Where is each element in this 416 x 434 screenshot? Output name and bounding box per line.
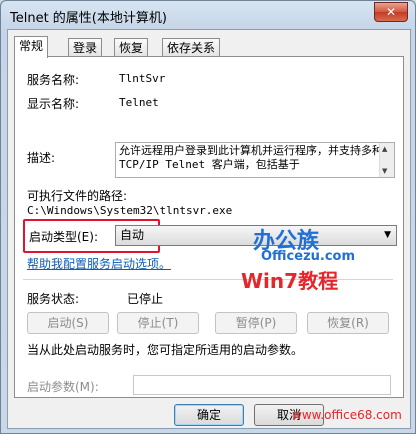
exe-path-value: C:\Windows\System32\tlntsvr.exe xyxy=(27,204,233,217)
window-title: Telnet 的属性(本地计算机) xyxy=(10,11,167,26)
exe-path-label: 可执行文件的路径: xyxy=(27,189,128,203)
description-box[interactable]: 允许远程用户登录到此计算机并运行程序，并支持多种 TCP/IP Telnet 客… xyxy=(115,142,395,178)
title-bar[interactable]: Telnet 的属性(本地计算机) ✕ xyxy=(1,1,415,29)
start-params-input[interactable] xyxy=(133,375,391,395)
close-icon: ✕ xyxy=(385,5,397,19)
description-scrollbar[interactable]: ▲ ▼ xyxy=(379,143,394,177)
start-params-label: 启动参数(M): xyxy=(27,380,99,394)
stop-button[interactable]: 停止(T) xyxy=(117,312,199,334)
help-startup-link[interactable]: 帮助我配置服务启动选项。 xyxy=(27,255,171,272)
tab-dependencies[interactable]: 依存关系 xyxy=(162,38,221,57)
description-label: 描述: xyxy=(27,151,56,165)
tab-general[interactable]: 常规 xyxy=(14,36,49,58)
ok-button[interactable]: 确定 xyxy=(174,404,244,426)
watermark-win7: Win7教程 xyxy=(241,269,339,293)
description-text: 允许远程用户登录到此计算机并运行程序，并支持多种 TCP/IP Telnet 客… xyxy=(119,144,383,171)
service-name-label: 服务名称: xyxy=(27,73,80,87)
resume-button[interactable]: 恢复(R) xyxy=(307,312,389,334)
general-tab-page: 服务名称: TlntSvr 显示名称: Telnet 描述: 允许远程用户登录到… xyxy=(14,56,404,398)
dialog-body: 常规 登录 恢复 依存关系 服务名称: TlntSvr 显示名称: Telnet… xyxy=(7,29,411,429)
tab-recovery[interactable]: 恢复 xyxy=(114,38,149,57)
startup-type-label: 启动类型(E): xyxy=(29,230,98,244)
service-status-label: 服务状态: xyxy=(27,292,80,306)
start-params-hint: 当从此处启动服务时，您可指定所适用的启动参数。 xyxy=(27,343,304,357)
watermark-domain: Officezu.com xyxy=(261,249,356,264)
chevron-down-icon: ▼ xyxy=(384,230,391,240)
watermark-site: www.office68.com xyxy=(292,408,402,422)
start-button[interactable]: 启动(S) xyxy=(27,312,109,334)
display-name-value: Telnet xyxy=(119,96,159,109)
service-name-value: TlntSvr xyxy=(119,72,166,85)
properties-window: Telnet 的属性(本地计算机) ✕ 常规 登录 恢复 依存关系 服务名称: … xyxy=(0,0,416,434)
close-button[interactable]: ✕ xyxy=(374,2,408,22)
scroll-down-icon[interactable]: ▼ xyxy=(382,167,387,175)
display-name-label: 显示名称: xyxy=(27,97,80,111)
tab-logon[interactable]: 登录 xyxy=(68,38,103,57)
scroll-up-icon[interactable]: ▲ xyxy=(382,145,387,153)
service-status-value: 已停止 xyxy=(127,292,164,306)
pause-button[interactable]: 暂停(P) xyxy=(215,312,297,334)
startup-type-value: 自动 xyxy=(120,228,145,242)
